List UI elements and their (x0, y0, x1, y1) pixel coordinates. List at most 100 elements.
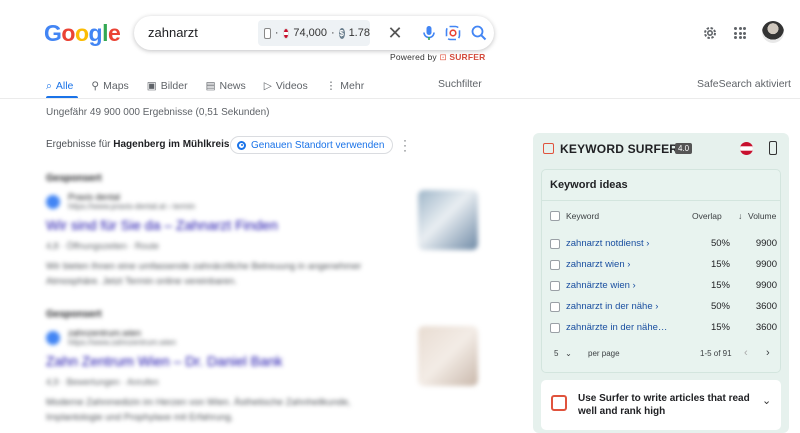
dollar-icon: $ (338, 27, 345, 39)
keyword-row[interactable]: zahnärzte in der nähe… 15% 3600 (542, 320, 780, 338)
location-name: Hagenberg im Mühlkreis (113, 139, 230, 150)
chevron-right-icon: › (632, 280, 636, 291)
suchfilter-button[interactable]: Suchfilter (438, 78, 482, 90)
chevron-down-icon: ⌄ (565, 349, 572, 358)
tab-videos[interactable]: ▷ Videos (264, 77, 308, 95)
keyword-row[interactable]: zahnärzte wien › 15% 9900 (542, 278, 780, 296)
result-url: https://www.zahnzentrum.wien (68, 338, 177, 347)
overlap-value: 50% (710, 238, 730, 249)
per-page-select[interactable]: 5 ⌄ (554, 349, 572, 358)
sort-desc-icon: ↓ (738, 211, 743, 221)
result-thumbnail[interactable] (418, 326, 478, 386)
volume-value: 9900 (755, 238, 777, 249)
divider (542, 200, 780, 201)
row-checkbox[interactable] (550, 239, 560, 249)
keyword-row[interactable]: zahnarzt wien › 15% 9900 (542, 257, 780, 275)
row-checkbox[interactable] (550, 302, 560, 312)
row-checkbox[interactable] (550, 260, 560, 270)
divider (0, 98, 800, 99)
volume-value: 9900 (755, 280, 777, 291)
surfer-logo-icon (543, 143, 554, 154)
search-box[interactable]: zahnarzt · 74,000 · $ 1.78 ✕ (134, 16, 494, 50)
keyword-surfer-title: KEYWORD SURFER (560, 142, 679, 156)
metrics-checkbox[interactable] (264, 27, 271, 39)
keyword-ideas-title: Keyword ideas (550, 179, 628, 191)
keyword-link[interactable]: zahnärzte wien › (566, 280, 636, 291)
overlap-value: 15% (710, 259, 730, 270)
keyword-surfer-panel: KEYWORD SURFER 4.0 Keyword ideas Keyword… (533, 133, 789, 433)
column-header-keyword[interactable]: Keyword (566, 211, 599, 221)
news-icon: ▤ (205, 80, 216, 92)
search-icon: ⌕ (46, 79, 52, 92)
pagination-bar: 5 ⌄ per page 1-5 of 91 ‹ › (542, 346, 780, 364)
chevron-right-icon: › (646, 238, 650, 249)
image-icon: ▣ (146, 80, 157, 92)
keyword-metrics: · 74,000 · $ 1.78 (258, 20, 370, 46)
location-target-icon (237, 140, 246, 150)
tab-mehr[interactable]: ⋮ Mehr (326, 77, 364, 95)
cta-text: Use Surfer to write articles that read w… (578, 393, 750, 417)
result-stats: Ungefähr 49 900 000 Ergebnisse (0,51 Sek… (46, 107, 270, 118)
keyword-ideas-card: Keyword ideas Keyword Overlap ↓ Volume z… (541, 169, 781, 373)
lens-icon[interactable] (444, 24, 462, 42)
play-icon: ▷ (263, 80, 272, 92)
tab-maps[interactable]: ⚲ Maps (91, 77, 128, 95)
chevron-right-icon: › (655, 301, 659, 312)
use-precise-location-button[interactable]: Genauen Standort verwenden (230, 136, 394, 154)
map-pin-icon: ⚲ (91, 80, 100, 92)
location-info: Ergebnisse für Hagenberg im Mühlkreis (46, 139, 230, 150)
austria-flag-icon[interactable] (740, 142, 753, 155)
avatar[interactable] (762, 21, 784, 43)
sponsored-label: Gesponsert (46, 173, 102, 184)
pagination-range: 1-5 of 91 (700, 349, 732, 358)
austria-flag-icon (282, 27, 290, 39)
result-snippet: Wir bieten Ihnen eine umfassende zahnärz… (46, 261, 362, 287)
keyword-row[interactable]: zahnarzt notdienst › 50% 9900 (542, 236, 780, 254)
per-page-label: per page (588, 349, 620, 358)
tab-bilder[interactable]: ▣ Bilder (147, 77, 188, 95)
mic-icon[interactable] (420, 24, 438, 42)
more-options-icon[interactable]: · · · (403, 134, 407, 156)
powered-by-surfer[interactable]: Powered by ⊡ SURFER (390, 52, 486, 63)
select-all-checkbox[interactable] (550, 211, 560, 221)
row-checkbox[interactable] (550, 281, 560, 291)
column-header-overlap[interactable]: Overlap (692, 211, 722, 221)
chevron-down-icon[interactable]: ⌄ (762, 394, 771, 407)
search-icon[interactable] (470, 24, 488, 42)
google-logo[interactable]: Google (44, 20, 121, 47)
keyword-link[interactable]: zahnärzte in der nähe… (566, 322, 667, 333)
overlap-value: 15% (710, 280, 730, 291)
result-thumbnail[interactable] (418, 190, 478, 250)
gear-icon[interactable] (702, 25, 718, 41)
keyword-link[interactable]: zahnarzt wien › (566, 259, 630, 270)
surfer-editor-icon (551, 395, 567, 411)
column-header-volume[interactable]: Volume (748, 211, 776, 221)
search-tabs: ⌕ Alle ⚲ Maps ▣ Bilder ▤ News ▷ Videos ⋮ Mehr (46, 77, 382, 95)
prev-page-icon[interactable]: ‹ (744, 347, 748, 359)
result-site: Praxis dental (68, 192, 121, 202)
volume-value: 3600 (755, 322, 777, 333)
clear-icon[interactable]: ✕ (386, 24, 404, 42)
apps-grid-icon[interactable] (734, 27, 746, 39)
favicon (46, 330, 60, 345)
volume-value: 9900 (755, 259, 777, 270)
safesearch-status[interactable]: SafeSearch aktiviert (697, 78, 791, 90)
tab-news[interactable]: ▤ News (206, 77, 246, 95)
result-url: https://www.praxis-dental.at › termin (68, 202, 196, 211)
volume-value: 3600 (755, 301, 777, 312)
keyword-link[interactable]: zahnarzt notdienst › (566, 238, 649, 249)
tab-alle[interactable]: ⌕ Alle (46, 77, 73, 95)
overlap-value: 15% (710, 322, 730, 333)
cpc-value: 1.78 (348, 27, 370, 39)
favicon (46, 194, 60, 209)
row-checkbox[interactable] (550, 323, 560, 333)
chevron-right-icon: › (627, 259, 631, 270)
mobile-device-icon[interactable] (769, 141, 777, 155)
keyword-row[interactable]: zahnarzt in der nähe › 50% 3600 (542, 299, 780, 317)
next-page-icon[interactable]: › (766, 347, 770, 359)
surfer-cta-card[interactable]: Use Surfer to write articles that read w… (541, 380, 781, 430)
result-snippet: Moderne Zahnmedizin im Herzen von Wien. … (46, 397, 351, 423)
keyword-link[interactable]: zahnarzt in der nähe › (566, 301, 658, 312)
version-badge: 4.0 (675, 143, 693, 154)
search-input[interactable]: zahnarzt (148, 25, 198, 40)
